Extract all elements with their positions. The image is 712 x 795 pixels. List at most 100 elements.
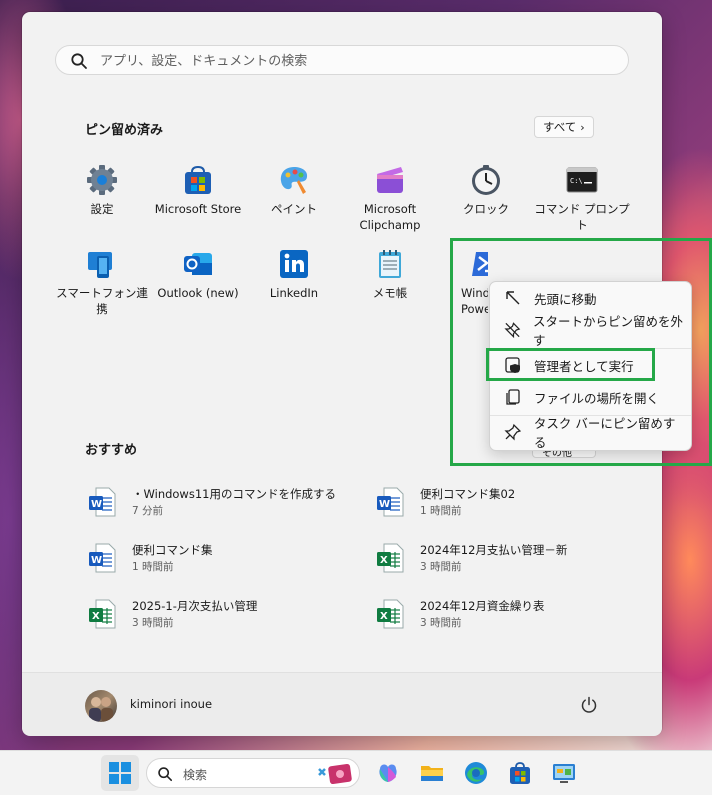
recommended-item[interactable]: X 2024年12月支払い管理－新 3 時間前 (376, 541, 636, 577)
clock-icon (470, 164, 502, 196)
context-menu-move-to-top[interactable]: 先頭に移動 (494, 283, 687, 313)
recommended-item[interactable]: X 2025-1-月次支払い管理 3 時間前 (88, 597, 348, 633)
search-icon (158, 767, 173, 782)
outlook-icon (182, 248, 214, 280)
all-apps-label: すべて (543, 120, 577, 134)
chevron-right-icon: › (580, 120, 585, 134)
pinned-app-clipchamp[interactable]: Microsoft Clipchamp (342, 164, 438, 233)
context-menu-open-file-location[interactable]: ファイルの場所を開く (494, 382, 687, 412)
windows-logo-icon (109, 762, 131, 784)
control-panel-icon[interactable] (552, 761, 576, 785)
pinned-app-outlook[interactable]: Outlook (new) (150, 248, 246, 301)
move-to-top-icon (506, 291, 520, 305)
app-label: LinkedIn (269, 286, 319, 300)
app-label: Wind Powe (461, 286, 488, 316)
user-name[interactable]: kiminori inoue (130, 697, 212, 711)
taskbar-search-label: 検索 (183, 768, 208, 782)
paint-icon (278, 164, 310, 196)
recommended-item[interactable]: W ・Windows11用のコマンドを作成する 7 分前 (88, 485, 348, 521)
pinned-section-title: ピン留め済み (85, 123, 164, 138)
pinned-app-command-prompt[interactable]: C:\ コマンド プロンプト (534, 164, 630, 233)
recommended-item-name: 便利コマンド集 (132, 543, 213, 557)
app-label: ペイント (271, 202, 317, 216)
pin-icon (504, 423, 522, 441)
avatar[interactable] (85, 690, 117, 722)
pinned-app-settings[interactable]: 設定 (54, 164, 150, 217)
recommended-item-time: 7 分前 (132, 505, 164, 517)
store-icon[interactable] (508, 761, 532, 785)
phone-link-icon (86, 248, 118, 280)
file-location-icon (506, 389, 520, 405)
recommended-item-name: 便利コマンド集02 (420, 487, 516, 501)
app-label: クロック (463, 202, 509, 216)
edge-icon[interactable] (464, 761, 488, 785)
taskbar-search[interactable]: 検索 (146, 758, 360, 788)
start-search-box[interactable] (55, 45, 629, 75)
context-menu-unpin-from-start[interactable]: スタートからピン留めを外す (494, 314, 687, 348)
recommended-item-name: 2025-1-月次支払い管理 (132, 599, 258, 613)
excel-document-icon: X (89, 599, 116, 629)
word-document-icon: W (89, 487, 116, 517)
command-prompt-icon: C:\ (566, 164, 598, 196)
recommended-section-title: おすすめ (85, 443, 138, 458)
pinned-app-paint[interactable]: ペイント (246, 164, 342, 217)
app-label: Microsoft Clipchamp (359, 202, 421, 232)
pinned-app-notepad[interactable]: メモ帳 (342, 248, 438, 301)
copilot-icon[interactable] (376, 761, 400, 785)
store-icon (182, 164, 214, 196)
shield-icon (505, 357, 520, 373)
pinned-app-linkedin[interactable]: LinkedIn (246, 248, 342, 301)
settings-icon (86, 164, 118, 196)
recommended-item-time: 3 時間前 (420, 561, 462, 573)
context-menu-run-as-admin[interactable]: 管理者として実行 (494, 350, 687, 380)
recommended-item[interactable]: X 2024年12月資金繰り表 3 時間前 (376, 597, 636, 633)
pinned-app-phone-link[interactable]: スマートフォン連携 (54, 248, 150, 317)
svg-text:C:\: C:\ (570, 177, 583, 185)
app-label: Outlook (new) (157, 286, 239, 300)
context-menu-label: スタートからピン留めを外す (533, 314, 684, 348)
app-label: メモ帳 (372, 286, 408, 300)
start-button[interactable] (101, 755, 139, 791)
recommended-item[interactable]: W 便利コマンド集02 1 時間前 (376, 485, 636, 521)
linkedin-icon (278, 248, 310, 280)
taskbar: 検索 (0, 750, 712, 795)
app-label: コマンド プロンプト (534, 202, 630, 232)
recommended-item-time: 3 時間前 (420, 617, 462, 629)
recommended-item-name: 2024年12月支払い管理－新 (420, 543, 568, 557)
svg-text:X: X (380, 555, 388, 566)
recommended-item-time: 1 時間前 (132, 561, 174, 573)
search-highlight-icon (318, 763, 352, 785)
notepad-icon (374, 248, 406, 280)
context-menu-label: タスク バーにピン留めする (533, 416, 676, 450)
context-menu-label: ファイルの場所を開く (534, 390, 660, 406)
recommended-item-name: ・Windows11用のコマンドを作成する (132, 487, 336, 501)
search-input[interactable] (98, 50, 602, 72)
context-menu-label: 管理者として実行 (534, 358, 634, 374)
recommended-item-name: 2024年12月資金繰り表 (420, 599, 545, 613)
app-label: Microsoft Store (154, 202, 242, 216)
file-explorer-icon[interactable] (420, 761, 444, 785)
word-document-icon: W (377, 487, 404, 517)
svg-text:W: W (91, 555, 102, 566)
all-apps-button[interactable]: すべて › (534, 116, 594, 138)
search-icon (71, 53, 87, 69)
svg-text:W: W (379, 499, 390, 510)
context-menu-pin-to-taskbar[interactable]: タスク バーにピン留めする (494, 416, 687, 450)
excel-document-icon: X (377, 543, 404, 573)
power-icon[interactable] (580, 696, 598, 714)
recommended-item-time: 1 時間前 (420, 505, 462, 517)
pinned-app-microsoft-store[interactable]: Microsoft Store (150, 164, 246, 217)
recommended-item[interactable]: W 便利コマンド集 1 時間前 (88, 541, 348, 577)
context-menu-label: 先頭に移動 (534, 291, 597, 307)
start-menu-footer: kiminori inoue (22, 672, 662, 736)
menu-divider (490, 348, 691, 349)
recommended-item-time: 3 時間前 (132, 617, 174, 629)
pinned-app-windows-powershell[interactable]: Wind Powe (438, 248, 488, 317)
svg-text:W: W (91, 499, 102, 510)
pinned-app-clock[interactable]: クロック (438, 164, 534, 217)
powershell-icon (470, 248, 488, 280)
svg-text:X: X (380, 611, 388, 622)
app-label: 設定 (90, 202, 114, 216)
context-menu: 先頭に移動 スタートからピン留めを外す 管理者として実行 ファイルの場所を開く … (489, 281, 692, 451)
excel-document-icon: X (377, 599, 404, 629)
